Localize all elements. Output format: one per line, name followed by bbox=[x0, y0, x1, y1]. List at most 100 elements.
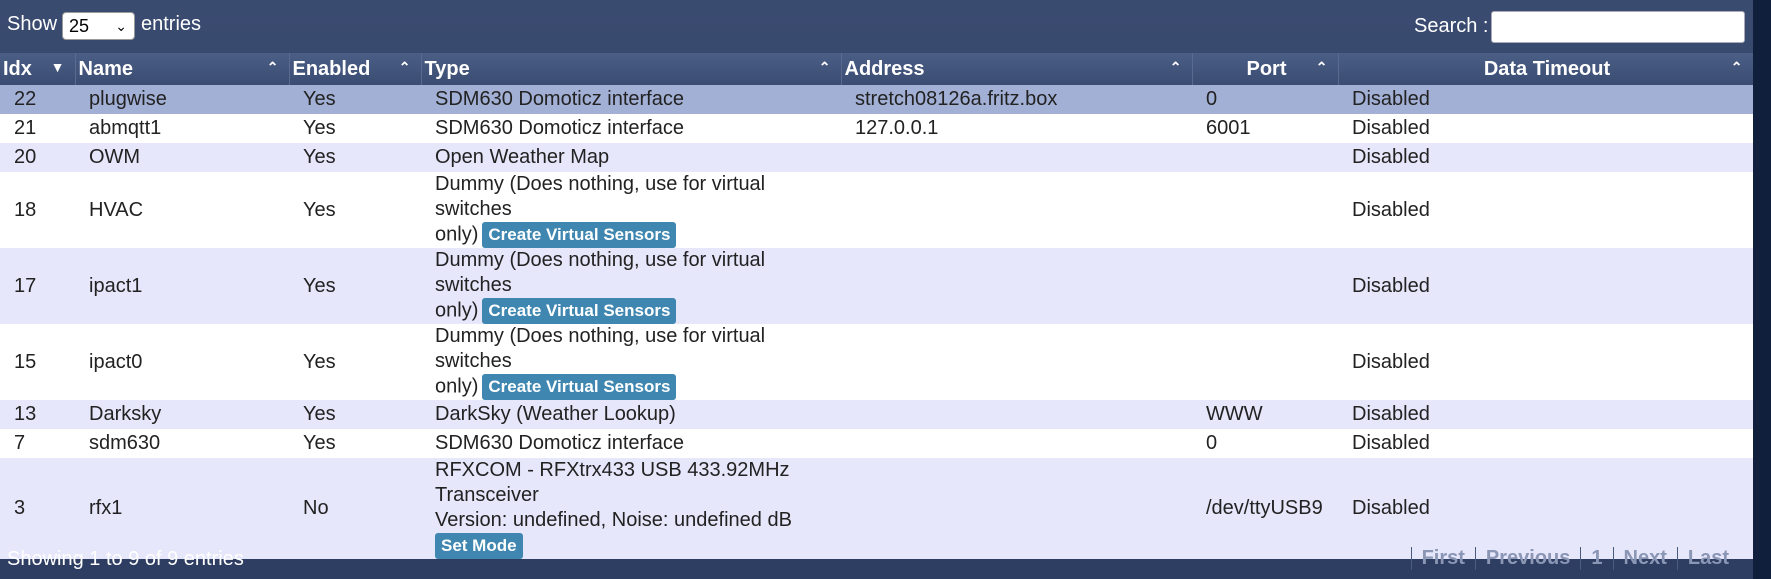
cell-data-timeout: Disabled bbox=[1338, 143, 1753, 172]
sort-icon: ⌃ bbox=[818, 59, 831, 75]
type-text: SDM630 Domoticz interface bbox=[435, 117, 684, 139]
type-text: RFXCOM - RFXtrx433 USB 433.92MHz bbox=[435, 459, 790, 481]
type-text: Open Weather Map bbox=[435, 146, 610, 168]
sort-icon: ⌃ bbox=[266, 59, 279, 75]
cell-port bbox=[1192, 172, 1338, 248]
table-info: Showing 1 to 9 of 9 entries bbox=[7, 548, 244, 570]
cell-address bbox=[841, 324, 1192, 400]
cell-idx: 22 bbox=[0, 85, 75, 114]
column-header-name[interactable]: Name ⌃ bbox=[75, 53, 290, 85]
cell-address bbox=[841, 172, 1192, 248]
type-text-line2: Transceiver bbox=[435, 484, 539, 506]
table-row[interactable]: 18 HVAC Yes Dummy (Does nothing, use for vi… bbox=[0, 172, 1753, 248]
cell-data-timeout: Disabled bbox=[1338, 85, 1753, 114]
cell-address bbox=[841, 400, 1192, 429]
cell-type: SDM630 Domoticz interface bbox=[421, 429, 841, 458]
type-text-line2: only) bbox=[435, 375, 479, 398]
search-label: Search : bbox=[1414, 15, 1489, 37]
cell-type: DarkSky (Weather Lookup) bbox=[421, 400, 841, 429]
column-header-idx[interactable]: Idx ▼ bbox=[0, 53, 76, 85]
page-1-button[interactable]: 1 bbox=[1580, 547, 1612, 570]
column-header-type[interactable]: Type ⌃ bbox=[421, 53, 842, 85]
table-row[interactable]: 13 Darksky Yes DarkSky (Weather Lookup) WWW D… bbox=[0, 400, 1753, 429]
page-length-select[interactable]: 25 ⌄ bbox=[62, 12, 135, 40]
cell-address: 127.0.0.1 bbox=[841, 114, 1192, 143]
hardware-table: Idx ▼ Name ⌃ Enabled ⌃ Type ⌃ Address ⌃ Port ⌃… bbox=[0, 53, 1754, 559]
type-text-line2: only) bbox=[435, 223, 479, 246]
table-controls: Show 25 ⌄ entries Search : bbox=[0, 0, 1753, 52]
cell-idx: 17 bbox=[0, 248, 75, 324]
cell-idx: 20 bbox=[0, 143, 75, 172]
cell-name: plugwise bbox=[75, 85, 289, 114]
cell-enabled: Yes bbox=[289, 429, 421, 458]
cell-type: Dummy (Does nothing, use for virtual swi… bbox=[421, 248, 841, 324]
column-header-data-timeout[interactable]: Data Timeout ⌃ bbox=[1338, 53, 1754, 85]
table-header-row: Idx ▼ Name ⌃ Enabled ⌃ Type ⌃ Address ⌃ Port ⌃… bbox=[0, 53, 1754, 85]
cell-name: Darksky bbox=[75, 400, 289, 429]
column-header-address[interactable]: Address ⌃ bbox=[841, 53, 1193, 85]
table-row[interactable]: 17 ipact1 Yes Dummy (Does nothing, use for … bbox=[0, 248, 1753, 324]
cell-idx: 7 bbox=[0, 429, 75, 458]
create-virtual-sensors-button[interactable]: Create Virtual Sensors bbox=[482, 374, 677, 400]
page-scrollbar[interactable] bbox=[1753, 0, 1771, 579]
entries-label: entries bbox=[141, 13, 202, 35]
sort-desc-icon: ▼ bbox=[50, 59, 65, 75]
table-row[interactable]: 15 ipact0 Yes Dummy (Does nothing, use for … bbox=[0, 324, 1753, 400]
cell-name: HVAC bbox=[75, 172, 289, 248]
cell-type: SDM630 Domoticz interface bbox=[421, 114, 841, 143]
first-page-button[interactable]: First bbox=[1410, 547, 1475, 570]
cell-address bbox=[841, 248, 1192, 324]
cell-data-timeout: Disabled bbox=[1338, 172, 1753, 248]
cell-type: Dummy (Does nothing, use for virtual swi… bbox=[421, 324, 841, 400]
search-input[interactable] bbox=[1491, 11, 1745, 43]
cell-port: 0 bbox=[1192, 429, 1338, 458]
type-text: SDM630 Domoticz interface bbox=[435, 432, 684, 454]
column-header-enabled[interactable]: Enabled ⌃ bbox=[289, 53, 422, 85]
table-row[interactable]: 7 sdm630 Yes SDM630 Domoticz interface 0 Disa… bbox=[0, 429, 1753, 458]
page-length-value: 25 bbox=[69, 16, 90, 36]
cell-port: 0 bbox=[1192, 85, 1338, 114]
cell-enabled: Yes bbox=[289, 400, 421, 429]
cell-idx: 21 bbox=[0, 114, 75, 143]
cell-enabled: Yes bbox=[289, 143, 421, 172]
cell-enabled: Yes bbox=[289, 85, 421, 114]
create-virtual-sensors-button[interactable]: Create Virtual Sensors bbox=[482, 298, 677, 324]
next-page-button[interactable]: Next bbox=[1612, 547, 1677, 570]
cell-enabled: Yes bbox=[289, 114, 421, 143]
column-header-port[interactable]: Port ⌃ bbox=[1192, 53, 1339, 85]
sort-icon: ⌃ bbox=[1730, 59, 1743, 75]
cell-idx: 13 bbox=[0, 400, 75, 429]
cell-enabled: Yes bbox=[289, 172, 421, 248]
table-row[interactable]: 22 plugwise Yes SDM630 Domoticz interface st… bbox=[0, 85, 1753, 114]
type-text: DarkSky (Weather Lookup) bbox=[435, 403, 676, 425]
sort-icon: ⌃ bbox=[1169, 59, 1182, 75]
pagination: First Previous 1 Next Last bbox=[1410, 547, 1739, 570]
cell-data-timeout: Disabled bbox=[1338, 429, 1753, 458]
type-text-line3: Version: undefined, Noise: undefined dB bbox=[435, 509, 792, 531]
chevron-down-icon: ⌄ bbox=[115, 18, 127, 34]
cell-data-timeout: Disabled bbox=[1338, 114, 1753, 143]
sort-icon: ⌃ bbox=[1315, 59, 1328, 75]
previous-page-button[interactable]: Previous bbox=[1474, 547, 1580, 570]
cell-port bbox=[1192, 248, 1338, 324]
create-virtual-sensors-button[interactable]: Create Virtual Sensors bbox=[482, 222, 677, 248]
type-text-line2: only) bbox=[435, 299, 479, 322]
cell-name: OWM bbox=[75, 143, 289, 172]
cell-data-timeout: Disabled bbox=[1338, 248, 1753, 324]
table-row[interactable]: 20 OWM Yes Open Weather Map Disabled bbox=[0, 143, 1753, 172]
cell-idx: 18 bbox=[0, 172, 75, 248]
cell-data-timeout: Disabled bbox=[1338, 400, 1753, 429]
sort-icon: ⌃ bbox=[398, 59, 411, 75]
last-page-button[interactable]: Last bbox=[1676, 547, 1739, 570]
cell-type: SDM630 Domoticz interface bbox=[421, 85, 841, 114]
cell-address bbox=[841, 143, 1192, 172]
cell-type: Open Weather Map bbox=[421, 143, 841, 172]
cell-name: sdm630 bbox=[75, 429, 289, 458]
type-text: Dummy (Does nothing, use for virtual swi… bbox=[435, 173, 766, 220]
table-row[interactable]: 21 abmqtt1 Yes SDM630 Domoticz interface 127… bbox=[0, 114, 1753, 143]
cell-name: ipact1 bbox=[75, 248, 289, 324]
type-text: Dummy (Does nothing, use for virtual swi… bbox=[435, 249, 766, 296]
cell-port: WWW bbox=[1192, 400, 1338, 429]
type-text: SDM630 Domoticz interface bbox=[435, 88, 684, 110]
cell-type: Dummy (Does nothing, use for virtual swi… bbox=[421, 172, 841, 248]
